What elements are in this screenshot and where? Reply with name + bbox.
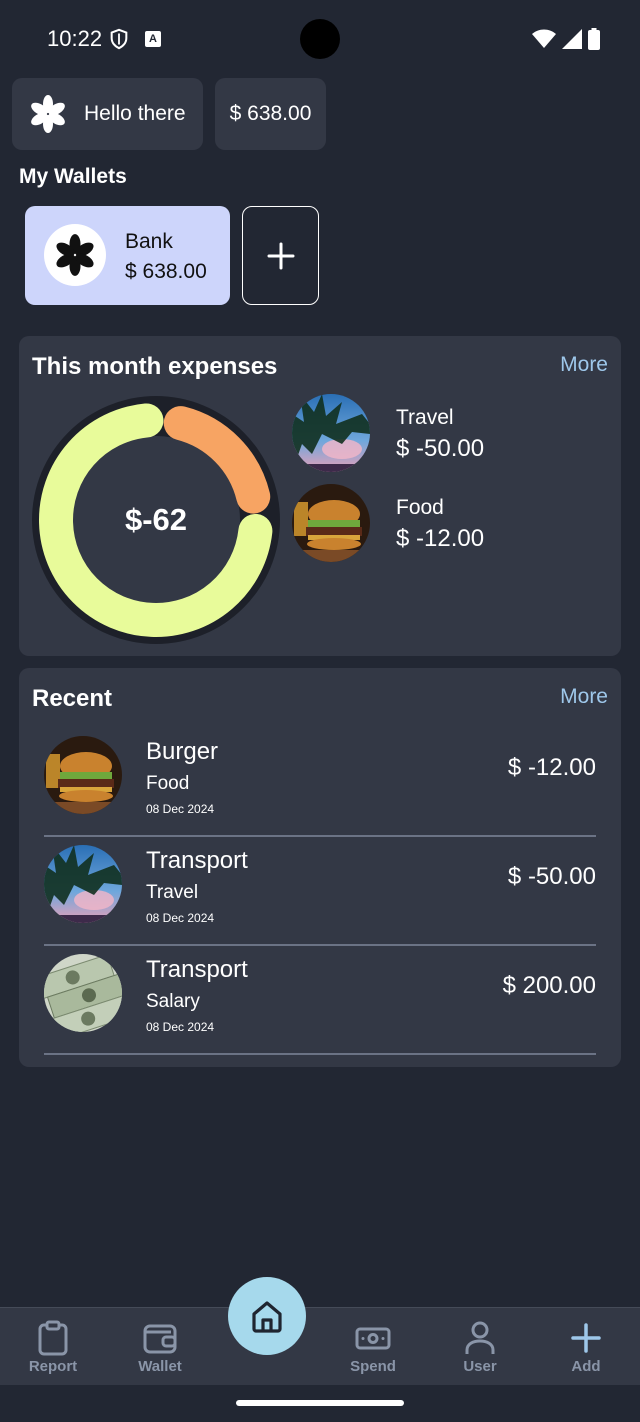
nav-label: User <box>463 1358 497 1375</box>
camera-cutout <box>300 19 340 59</box>
wallets-section-title: My Wallets <box>19 165 127 188</box>
wallet-amount: $ 638.00 <box>125 260 207 283</box>
nav-report[interactable]: Report <box>0 1308 106 1386</box>
expense-name: Travel <box>396 406 454 429</box>
transaction-title: Transport <box>146 956 248 983</box>
recent-transactions-card: Recent More Burger Food 08 Dec 2024 $ -1… <box>19 668 621 1067</box>
expense-amount: $ -12.00 <box>396 525 485 552</box>
asterisk-logo-icon <box>56 234 94 276</box>
wallet-name: Bank <box>125 230 173 253</box>
transaction-row[interactable]: Transport Travel 08 Dec 2024 $ -50.00 <box>44 837 596 946</box>
status-time: 10:22 <box>47 26 103 51</box>
user-icon <box>465 1321 495 1354</box>
nav-label: Add <box>571 1358 601 1375</box>
monthly-expenses-card: This month expenses More $-62 Travel $ -… <box>19 336 621 656</box>
expense-item-food[interactable]: Food $ -12.00 <box>292 484 612 562</box>
travel-thumbnail <box>292 394 370 472</box>
money-thumbnail <box>44 954 122 1032</box>
burger-thumbnail <box>44 736 122 814</box>
expenses-total: $-62 <box>124 502 188 537</box>
bottom-navigation: Report Wallet Spend User Add <box>0 1307 640 1385</box>
signal-icon <box>562 29 582 49</box>
banknote-icon <box>355 1327 391 1350</box>
status-indicators <box>532 28 600 50</box>
transaction-category: Food <box>146 773 190 794</box>
add-wallet-button[interactable] <box>242 206 319 305</box>
nav-add[interactable]: Add <box>533 1308 639 1386</box>
nav-label: Spend <box>350 1358 396 1375</box>
greeting-chip[interactable]: Hello there <box>12 78 203 150</box>
shield-icon <box>110 28 128 50</box>
transaction-category: Salary <box>146 991 200 1012</box>
transaction-row[interactable]: Burger Food 08 Dec 2024 $ -12.00 <box>44 728 596 837</box>
nav-wallet[interactable]: Wallet <box>107 1308 213 1386</box>
home-button[interactable] <box>228 1277 306 1355</box>
transaction-amount: $ -12.00 <box>507 754 596 781</box>
plus-icon <box>267 242 294 269</box>
nav-user[interactable]: User <box>427 1308 533 1386</box>
recent-more-link[interactable]: More <box>560 685 608 709</box>
travel-thumbnail <box>44 845 122 923</box>
transaction-title: Transport <box>146 847 248 874</box>
wallet-icon <box>143 1324 177 1354</box>
nav-spend[interactable]: Spend <box>320 1308 426 1386</box>
transaction-amount: $ -50.00 <box>507 863 596 890</box>
expenses-more-link[interactable]: More <box>560 353 608 377</box>
battery-icon <box>588 28 600 50</box>
expenses-title: This month expenses <box>32 353 278 380</box>
total-balance-chip[interactable]: $ 638.00 <box>215 78 326 150</box>
expense-amount: $ -50.00 <box>396 435 485 462</box>
wallet-card-bank[interactable]: Bank $ 638.00 <box>25 206 230 305</box>
plus-icon <box>571 1323 601 1353</box>
wifi-icon <box>532 29 556 48</box>
expense-name: Food <box>396 496 444 519</box>
expense-item-travel[interactable]: Travel $ -50.00 <box>292 394 612 472</box>
nav-label: Report <box>28 1358 78 1375</box>
transaction-title: Burger <box>146 738 219 765</box>
home-icon <box>252 1301 282 1333</box>
status-bar: 10:22 A <box>0 0 640 78</box>
recent-title: Recent <box>32 685 113 712</box>
transaction-row[interactable]: Transport Salary 08 Dec 2024 $ 200.00 <box>44 946 596 1055</box>
gesture-bar <box>236 1400 404 1406</box>
nav-label: Wallet <box>138 1358 182 1375</box>
wallet-avatar <box>44 224 106 286</box>
asterisk-logo-icon <box>31 95 65 133</box>
food-thumbnail <box>292 484 370 562</box>
keyboard-a-icon: A <box>145 31 161 47</box>
transaction-date: 08 Dec 2024 <box>146 911 215 925</box>
transaction-category: Travel <box>146 882 199 903</box>
transaction-date: 08 Dec 2024 <box>146 1020 215 1034</box>
greeting-text: Hello there <box>84 102 186 125</box>
transaction-amount: $ 200.00 <box>502 972 596 999</box>
total-balance: $ 638.00 <box>229 102 312 125</box>
clipboard-icon <box>38 1320 68 1356</box>
transaction-date: 08 Dec 2024 <box>146 802 215 816</box>
